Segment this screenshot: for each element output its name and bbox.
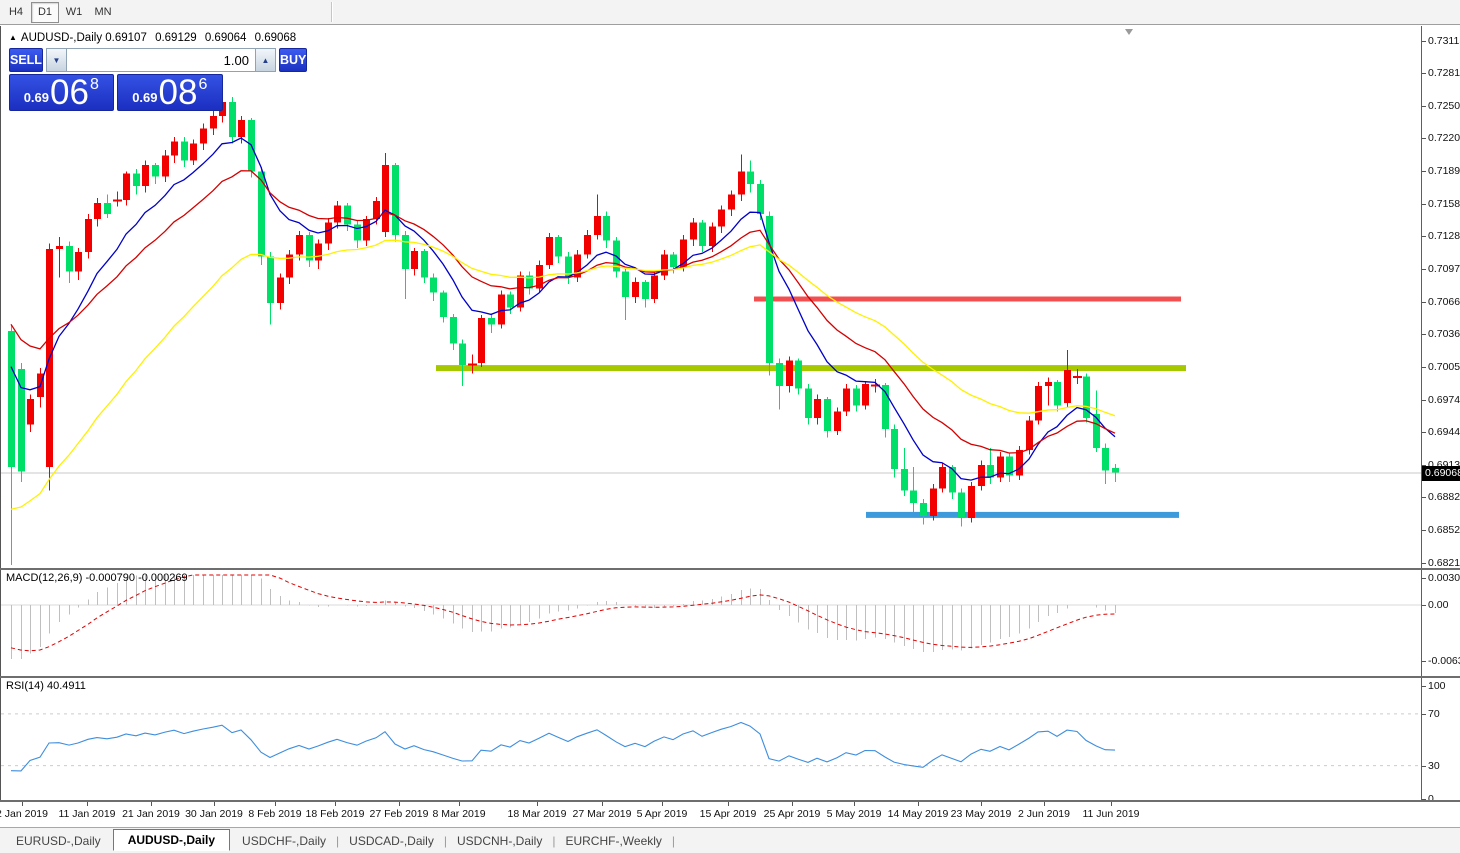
price-axis-label: 0.73115 bbox=[1428, 35, 1460, 47]
sell-button[interactable]: SELL bbox=[9, 48, 43, 72]
ohlc-low: 0.69064 bbox=[205, 32, 247, 44]
tab-separator: | bbox=[552, 834, 555, 848]
chart-title: ▲ AUDUSD-,Daily 0.69107 0.69129 0.69064 0… bbox=[9, 32, 301, 44]
ma-mid-line bbox=[11, 171, 1115, 453]
date-tick bbox=[214, 802, 215, 806]
price-axis-label: 0.72505 bbox=[1428, 100, 1460, 112]
date-tick bbox=[602, 802, 603, 806]
date-axis-label: 8 Mar 2019 bbox=[419, 808, 499, 820]
mt4-window: H4 D1 W1 MN ▲AUDUSD-,Daily 0.69107 0.691… bbox=[0, 0, 1460, 853]
chart-tab-audusd[interactable]: AUDUSD-,Daily bbox=[113, 829, 230, 851]
volume-stepper: ▼ ▲ bbox=[46, 48, 276, 72]
date-axis[interactable]: 2 Jan 201911 Jan 201921 Jan 201930 Jan 2… bbox=[0, 802, 1460, 826]
pane-separator-macd[interactable] bbox=[0, 568, 1460, 570]
macd-axis-label: -0.006311 bbox=[1428, 655, 1460, 667]
timeframe-h4-button[interactable]: H4 bbox=[2, 2, 30, 23]
chart-tab-usdcnh[interactable]: USDCNH-,Daily bbox=[449, 834, 550, 848]
date-tick bbox=[981, 802, 982, 806]
price-axis-label: 0.69745 bbox=[1428, 394, 1460, 406]
sell-price-prefix: 0.69 bbox=[24, 90, 49, 105]
date-tick bbox=[728, 802, 729, 806]
price-axis-label: 0.72810 bbox=[1428, 67, 1460, 79]
date-tick bbox=[275, 802, 276, 806]
volume-decrease-button[interactable]: ▼ bbox=[46, 48, 67, 72]
current-price-badge: 0.69068 bbox=[1422, 466, 1460, 481]
chart-tab-eurusd[interactable]: EURUSD-,Daily bbox=[8, 834, 109, 848]
chart-tab-eurchf[interactable]: EURCHF-,Weekly bbox=[557, 834, 669, 848]
date-tick bbox=[1111, 802, 1112, 806]
price-axis-label: 0.71585 bbox=[1428, 198, 1460, 210]
sell-price-pip: 8 bbox=[90, 76, 99, 94]
date-axis-label: 11 Jun 2019 bbox=[1071, 808, 1151, 820]
buy-button[interactable]: BUY bbox=[279, 48, 307, 72]
ohlc-high: 0.69129 bbox=[155, 32, 197, 44]
timeframe-mn-button[interactable]: MN bbox=[89, 2, 117, 23]
ohlc-close: 0.69068 bbox=[255, 32, 297, 44]
collapse-triangle-icon[interactable]: ▲ bbox=[9, 33, 17, 42]
price-axis-label: 0.68825 bbox=[1428, 491, 1460, 503]
price-axis-label: 0.69440 bbox=[1428, 426, 1460, 438]
macd-label: MACD(12,26,9) -0.000790 -0.000269 bbox=[6, 572, 188, 584]
rsi-axis-label: 30 bbox=[1428, 760, 1440, 772]
rsi-line bbox=[11, 723, 1115, 771]
date-tick bbox=[854, 802, 855, 806]
date-tick bbox=[399, 802, 400, 806]
date-tick bbox=[792, 802, 793, 806]
price-axis-label: 0.72200 bbox=[1428, 132, 1460, 144]
date-tick bbox=[1044, 802, 1045, 806]
sell-price-big: 06 bbox=[50, 76, 89, 109]
volume-increase-button[interactable]: ▲ bbox=[255, 48, 276, 72]
timeframe-w1-button[interactable]: W1 bbox=[60, 2, 88, 23]
buy-price-panel[interactable]: 0.69 08 6 bbox=[117, 74, 223, 111]
rsi-axis-label: 70 bbox=[1428, 708, 1440, 720]
price-axis-label: 0.70970 bbox=[1428, 263, 1460, 275]
price-axis-label: 0.71280 bbox=[1428, 230, 1460, 242]
volume-input[interactable] bbox=[67, 48, 255, 72]
pane-separator-bottom bbox=[0, 800, 1460, 802]
resistance-line[interactable] bbox=[754, 297, 1181, 302]
chart-shift-marker-icon[interactable] bbox=[1125, 29, 1133, 35]
pane-separator-rsi[interactable] bbox=[0, 676, 1460, 678]
macd-axis-label: 0.003035 bbox=[1428, 572, 1460, 584]
one-click-trading-panel: SELL ▼ ▲ BUY 0.69 06 8 0.69 08 6 bbox=[9, 48, 223, 111]
sell-price-panel[interactable]: 0.69 06 8 bbox=[9, 74, 114, 111]
price-axis-label: 0.68520 bbox=[1428, 524, 1460, 536]
chart-symbol-label: AUDUSD-,Daily bbox=[21, 32, 102, 44]
price-axis-label: 0.70050 bbox=[1428, 361, 1460, 373]
tab-separator: | bbox=[672, 834, 675, 848]
ohlc-open: 0.69107 bbox=[105, 32, 147, 44]
price-axis-label: 0.70360 bbox=[1428, 328, 1460, 340]
tab-separator: | bbox=[336, 834, 339, 848]
date-tick bbox=[662, 802, 663, 806]
timeframe-toolbar: H4 D1 W1 MN bbox=[0, 0, 1460, 25]
date-tick bbox=[459, 802, 460, 806]
date-tick bbox=[335, 802, 336, 806]
support-line[interactable] bbox=[866, 512, 1179, 518]
date-tick bbox=[918, 802, 919, 806]
candles-layer bbox=[8, 90, 1119, 565]
buy-price-pip: 6 bbox=[198, 76, 207, 94]
date-tick bbox=[151, 802, 152, 806]
timeframe-d1-button[interactable]: D1 bbox=[31, 2, 59, 23]
chart-tab-usdchf[interactable]: USDCHF-,Daily bbox=[234, 834, 334, 848]
chart-tab-bar: EURUSD-,DailyAUDUSD-,DailyUSDCHF-,Daily|… bbox=[0, 827, 1460, 853]
buy-price-prefix: 0.69 bbox=[132, 90, 157, 105]
chart-area: ▲ AUDUSD-,Daily 0.69107 0.69129 0.69064 0… bbox=[0, 26, 1421, 801]
buy-price-big: 08 bbox=[159, 76, 198, 109]
macd-axis-label: 0.00 bbox=[1428, 599, 1448, 611]
rsi-label: RSI(14) 40.4911 bbox=[6, 680, 86, 692]
chart-tab-usdcad[interactable]: USDCAD-,Daily bbox=[341, 834, 442, 848]
price-chart-canvas[interactable] bbox=[1, 26, 1422, 801]
toolbar-separator bbox=[331, 2, 333, 22]
tab-separator: | bbox=[444, 834, 447, 848]
price-axis[interactable]: 0.69068 0.73115 0.72810 0.72505 0.72200 0.71… bbox=[1421, 26, 1460, 801]
price-axis-label: 0.71890 bbox=[1428, 165, 1460, 177]
macd-signal-line bbox=[11, 575, 1115, 651]
price-axis-label: 0.70665 bbox=[1428, 296, 1460, 308]
date-tick bbox=[537, 802, 538, 806]
date-tick bbox=[22, 802, 23, 806]
date-tick bbox=[87, 802, 88, 806]
pivot-line[interactable] bbox=[436, 365, 1186, 371]
rsi-axis-label: 100 bbox=[1428, 680, 1446, 692]
